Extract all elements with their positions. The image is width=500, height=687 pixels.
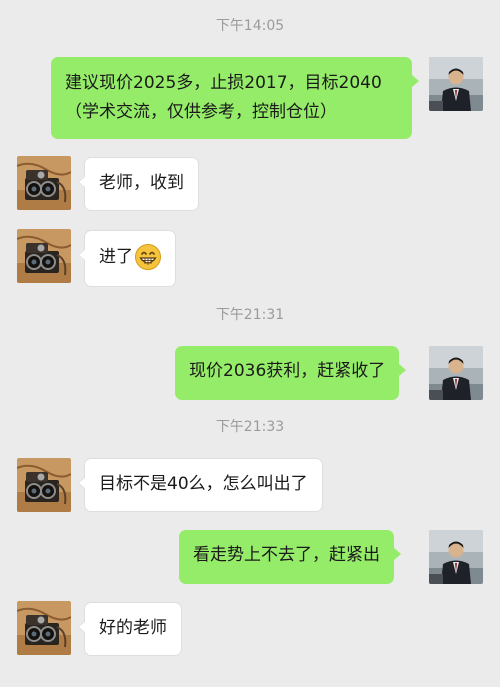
contact-avatar[interactable] [17,156,71,210]
message-bubble-incoming[interactable]: 好的老师 [78,602,182,656]
timestamp: 下午21:31 [215,307,285,323]
message-text: 进了 [99,247,133,267]
message-bubble-incoming[interactable]: 老师，收到 [78,157,199,211]
message-text: 老师，收到 [99,173,184,193]
vintage-camera-photo-icon [17,156,71,210]
message-text: 好的老师 [99,618,167,638]
man-in-suit-photo-icon [429,346,483,400]
message-text: 现价2036获利，赶紧收了 [189,361,386,381]
grinning-face-emoji-icon [135,244,161,270]
message-line: 建议现价2025多，止损2017，目标2040 [65,73,382,93]
timestamp: 下午21:33 [215,419,285,435]
contact-avatar[interactable] [17,229,71,283]
vintage-camera-photo-icon [17,458,71,512]
message-bubble-outgoing[interactable]: 建议现价2025多，止损2017，目标2040 （学术交流，仅供参考，控制仓位） [51,57,419,139]
man-in-suit-photo-icon [429,57,483,111]
message-bubble-incoming[interactable]: 目标不是40么，怎么叫出了 [78,458,323,512]
message-line: （学术交流，仅供参考，控制仓位） [65,102,337,122]
vintage-camera-photo-icon [17,229,71,283]
my-avatar[interactable] [429,530,483,584]
message-bubble-outgoing[interactable]: 看走势上不去了，赶紧出 [179,530,401,584]
contact-avatar[interactable] [17,458,71,512]
message-bubble-incoming[interactable]: 进了 [78,230,176,287]
message-text: 目标不是40么，怎么叫出了 [99,474,308,494]
man-in-suit-photo-icon [429,530,483,584]
vintage-camera-photo-icon [17,601,71,655]
my-avatar[interactable] [429,346,483,400]
my-avatar[interactable] [429,57,483,111]
timestamp: 下午14:05 [215,18,285,34]
message-bubble-outgoing[interactable]: 现价2036获利，赶紧收了 [175,346,407,400]
message-text: 看走势上不去了，赶紧出 [193,545,380,565]
contact-avatar[interactable] [17,601,71,655]
